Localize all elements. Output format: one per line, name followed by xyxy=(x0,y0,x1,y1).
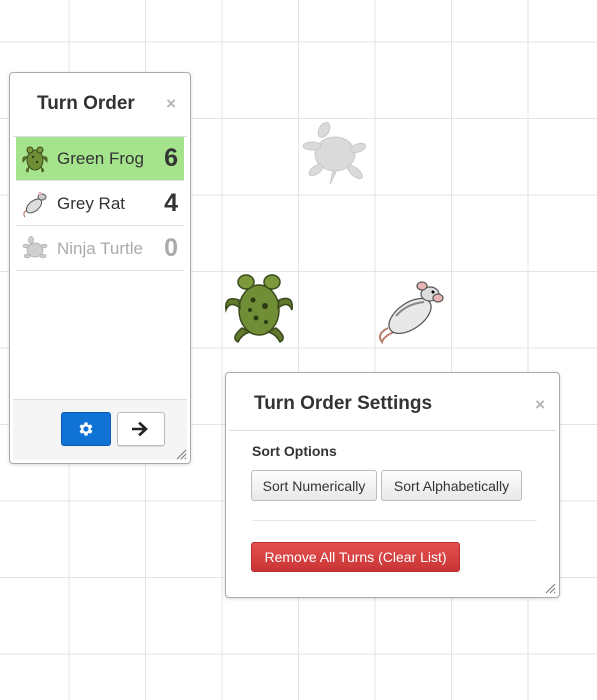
clear-list-button[interactable]: Remove All Turns (Clear List) xyxy=(251,542,460,572)
turtle-icon xyxy=(302,122,367,185)
sort-numerically-button[interactable]: Sort Numerically xyxy=(251,470,377,501)
resize-grip-icon[interactable] xyxy=(545,583,556,594)
turn-name: Green Frog xyxy=(57,148,144,168)
arrow-right-icon xyxy=(132,421,148,437)
title-divider xyxy=(229,430,556,431)
turn-order-footer xyxy=(13,399,187,460)
frog-icon xyxy=(225,274,293,344)
turn-row-grey-rat[interactable]: Grey Rat 4 xyxy=(16,182,184,226)
turtle-token[interactable] xyxy=(300,120,367,190)
turn-order-panel[interactable]: Turn Order × Green Frog 6 Grey Rat 4 Nin… xyxy=(9,72,191,464)
turn-name: Ninja Turtle xyxy=(57,238,143,258)
resize-grip-icon[interactable] xyxy=(176,449,187,460)
turn-name: Grey Rat xyxy=(57,193,126,213)
rat-token[interactable] xyxy=(372,276,450,348)
turn-order-close-icon[interactable]: × xyxy=(166,94,176,114)
next-turn-button[interactable] xyxy=(117,412,165,446)
turn-value[interactable]: 4 xyxy=(164,189,178,218)
turn-value[interactable]: 0 xyxy=(164,234,178,263)
frog-token[interactable] xyxy=(220,270,298,346)
turn-order-title: Turn Order xyxy=(37,93,135,114)
turtle-icon xyxy=(20,234,50,264)
turn-value[interactable]: 6 xyxy=(164,144,178,173)
rat-icon xyxy=(379,281,444,345)
rat-icon xyxy=(20,189,50,219)
frog-icon xyxy=(20,144,50,174)
turn-row-ninja-turtle[interactable]: Ninja Turtle 0 xyxy=(16,227,184,271)
settings-title: Turn Order Settings xyxy=(254,393,433,414)
turn-row-green-frog[interactable]: Green Frog 6 xyxy=(16,137,184,181)
turn-list: Green Frog 6 Grey Rat 4 Ninja Turtle 0 xyxy=(16,137,184,272)
turn-order-settings-panel[interactable]: Turn Order Settings × Sort Options Sort … xyxy=(225,372,560,598)
settings-button[interactable] xyxy=(61,412,111,446)
sort-alphabetically-button[interactable]: Sort Alphabetically xyxy=(381,470,522,501)
settings-divider xyxy=(252,520,537,521)
settings-close-icon[interactable]: × xyxy=(535,395,545,415)
gear-icon xyxy=(79,422,93,436)
sort-options-heading: Sort Options xyxy=(252,443,337,459)
